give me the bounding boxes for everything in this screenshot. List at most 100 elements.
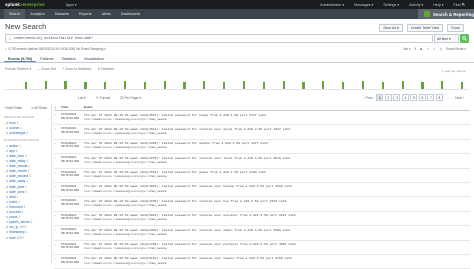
field-item[interactable]: user 100+	[0, 235, 51, 240]
meta-source-value[interactable]: secure.log	[116, 174, 130, 178]
timeline-bar[interactable]	[24, 81, 28, 89]
field-name[interactable]: src_ip	[9, 225, 18, 229]
top-menu-item[interactable]: Settings ▾	[383, 3, 399, 7]
meta-host-value[interactable]: www1	[93, 131, 101, 135]
tab-1[interactable]: Patterns	[36, 55, 57, 62]
meta-source-value[interactable]: secure.log	[116, 160, 130, 164]
timeline-bar[interactable]	[421, 81, 424, 89]
field-name[interactable]: host	[9, 121, 15, 125]
page-button[interactable]: 1	[376, 94, 384, 101]
field-name[interactable]: date_hour	[9, 154, 24, 158]
meta-host-value[interactable]: www1	[93, 117, 101, 121]
job-action-button[interactable]: Smart Mode ▾	[446, 47, 466, 51]
job-action-button[interactable]: ■	[420, 47, 422, 51]
nav-alerts[interactable]: Alerts	[97, 9, 116, 19]
field-name[interactable]: date_second	[9, 174, 28, 178]
list-view-dropdown[interactable]: List ▾	[78, 96, 86, 100]
col-time[interactable]: Time	[61, 104, 84, 110]
timeline-bar[interactable]	[223, 81, 226, 89]
app-label[interactable]: Search & Reporting	[418, 9, 474, 19]
tab-2[interactable]: Statistics	[58, 55, 80, 62]
prev-page-button[interactable]: ‹ Prev	[362, 96, 375, 100]
search-query[interactable]: index=security action=failure host=web*	[14, 37, 93, 41]
expand-row-icon[interactable]: ›	[54, 154, 61, 167]
next-page-button[interactable]: Next ›	[453, 96, 466, 100]
timeline-bar[interactable]	[163, 81, 166, 89]
field-name[interactable]: date_minute	[9, 164, 27, 168]
timeline-bar[interactable]	[262, 81, 265, 89]
meta-host-value[interactable]: www1	[93, 203, 101, 207]
timeline-bar[interactable]	[203, 81, 206, 89]
expand-row-icon[interactable]: ›	[54, 125, 61, 138]
timeline-histogram[interactable]	[5, 76, 469, 90]
field-name[interactable]: punct	[9, 215, 17, 219]
nav-reports[interactable]: Reports	[74, 9, 97, 19]
field-name[interactable]: source	[9, 126, 19, 130]
meta-host-value[interactable]: www1	[93, 189, 101, 193]
meta-source-value[interactable]: secure.log	[116, 203, 130, 207]
field-name[interactable]: date_wday	[9, 179, 25, 183]
meta-sourcetype-value[interactable]: linux_secure	[149, 203, 166, 207]
expand-row-icon[interactable]: ›	[54, 226, 61, 239]
job-action-button[interactable]: ⇩	[433, 47, 436, 51]
page-button[interactable]: 6	[418, 94, 426, 101]
page-button[interactable]: 5	[410, 94, 418, 101]
field-name[interactable]: app	[9, 149, 15, 153]
splunk-logo[interactable]: splunk>enterprise	[5, 2, 45, 7]
meta-sourcetype-value[interactable]: linux_secure	[149, 131, 166, 135]
header-button[interactable]: Close	[447, 24, 464, 32]
timeline-bar[interactable]	[123, 81, 127, 89]
top-menu-item[interactable]: Activity ▾	[409, 3, 423, 7]
expand-row-icon[interactable]: ›	[54, 255, 61, 268]
meta-source-value[interactable]: secure.log	[116, 145, 130, 149]
meta-host-value[interactable]: www1	[93, 232, 101, 236]
meta-source-value[interactable]: secure.log	[116, 117, 130, 121]
meta-sourcetype-value[interactable]: linux_secure	[149, 246, 166, 250]
meta-sourcetype-value[interactable]: linux_secure	[149, 117, 166, 121]
field-name[interactable]: user	[9, 236, 15, 240]
meta-source-value[interactable]: secure.log	[116, 189, 130, 193]
field-name[interactable]: splunk_server	[9, 220, 30, 224]
field-name[interactable]: process	[9, 210, 21, 214]
timeline-bar[interactable]	[441, 81, 444, 89]
timeline-control[interactable]: — Zoom Out	[37, 67, 56, 71]
header-button[interactable]: Save As ▾	[379, 24, 403, 32]
meta-sourcetype-value[interactable]: linux_secure	[149, 160, 166, 164]
timeline-bar[interactable]	[361, 81, 365, 89]
timeline-control[interactable]: ✕ Deselect	[98, 67, 115, 71]
meta-sourcetype-value[interactable]: linux_secure	[149, 217, 166, 221]
meta-host-value[interactable]: www1	[93, 145, 101, 149]
meta-host-value[interactable]: www1	[93, 246, 101, 250]
timeline-bar[interactable]	[64, 81, 67, 89]
nav-dashboards[interactable]: Dashboards	[116, 9, 145, 19]
field-name[interactable]: action	[9, 144, 18, 148]
page-button[interactable]: 7	[427, 94, 435, 101]
field-name[interactable]: date_mday	[9, 159, 25, 163]
page-button[interactable]: 2	[384, 94, 392, 101]
expand-row-icon[interactable]: ›	[54, 197, 61, 210]
top-menu-item[interactable]: Administrator ▾	[320, 3, 344, 7]
meta-sourcetype-value[interactable]: linux_secure	[149, 174, 166, 178]
field-name[interactable]: linecount	[9, 205, 22, 209]
job-action-button[interactable]: Job ▾	[403, 47, 411, 51]
timeline-bar[interactable]	[183, 81, 186, 89]
meta-host-value[interactable]: www1	[93, 217, 101, 221]
nav-analytics[interactable]: Analytics	[25, 9, 49, 19]
timeline-bar[interactable]	[322, 81, 325, 89]
timeline-bar[interactable]	[302, 81, 305, 89]
meta-sourcetype-value[interactable]: linux_secure	[149, 232, 166, 236]
field-name[interactable]: index	[9, 200, 17, 204]
field-name[interactable]: sourcetype	[9, 131, 25, 135]
expand-row-icon[interactable]: ›	[54, 241, 61, 254]
timeline-control[interactable]: + Zoom to Selection	[62, 67, 91, 71]
field-name[interactable]: date_zone	[9, 190, 24, 194]
time-range-picker[interactable]: All time ▾	[434, 34, 459, 43]
search-input[interactable]: 1 index=security action=failure host=web…	[5, 34, 433, 43]
hide-fields-button[interactable]: ‹ Hide Fields	[4, 106, 22, 110]
timeline-bar[interactable]	[282, 81, 285, 89]
search-button[interactable]	[460, 34, 469, 43]
meta-source-value[interactable]: secure.log	[116, 232, 130, 236]
expand-row-icon[interactable]: ›	[54, 169, 61, 182]
job-action-button[interactable]: ⎙	[440, 47, 443, 51]
per-page-dropdown[interactable]: 20 Per Page ▾	[120, 96, 141, 100]
